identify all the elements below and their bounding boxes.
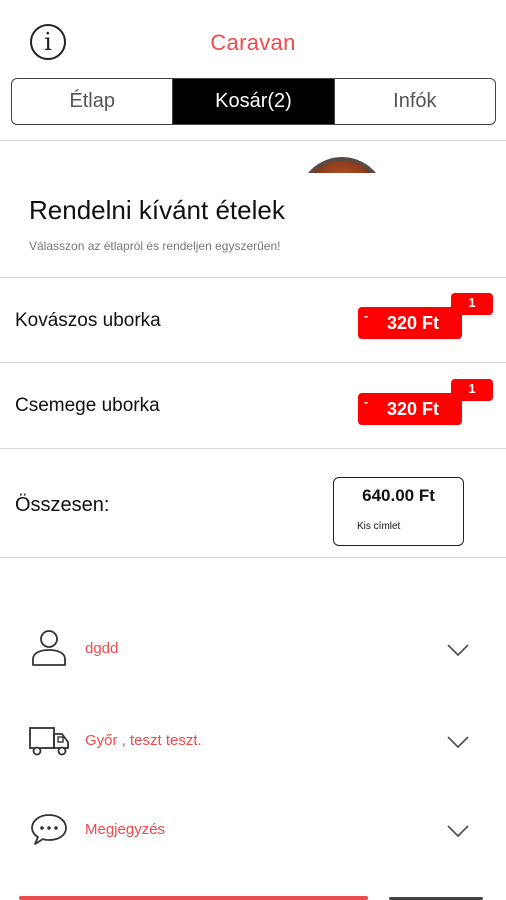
divider bbox=[0, 362, 506, 363]
app-header: i Caravan bbox=[0, 0, 506, 78]
price-button[interactable]: - 320 Ft bbox=[358, 393, 462, 425]
quantity-badge: 1 bbox=[451, 379, 493, 401]
user-icon bbox=[32, 630, 66, 666]
delivery-address-row[interactable]: Győr , teszt teszt. bbox=[0, 720, 506, 780]
comment-row[interactable]: Megjegyzés bbox=[0, 809, 506, 869]
tab-menu[interactable]: Étlap bbox=[12, 79, 172, 124]
chevron-down-icon[interactable] bbox=[446, 823, 470, 839]
comment-text: Megjegyzés bbox=[85, 821, 166, 838]
price-label: 320 Ft bbox=[386, 313, 440, 333]
divider bbox=[0, 448, 506, 449]
cart-item-name: Csemege uborka bbox=[15, 395, 160, 416]
total-row: Összesen: 640.00 Ft Kis címlet bbox=[0, 452, 506, 556]
divider bbox=[0, 557, 506, 558]
divider bbox=[0, 277, 506, 278]
restaurant-logo-image bbox=[298, 157, 378, 173]
total-label: Összesen: bbox=[15, 494, 110, 516]
quantity-badge: 1 bbox=[451, 293, 493, 315]
cart-title: Rendelni kívánt ételek bbox=[29, 195, 285, 225]
delivery-truck-icon bbox=[29, 727, 69, 756]
total-note: Kis címlet bbox=[357, 521, 401, 532]
order-button-edge[interactable] bbox=[19, 896, 368, 900]
tab-bar: Étlap Kosár(2) Infók bbox=[11, 78, 496, 125]
price-button[interactable]: - 320 Ft bbox=[358, 307, 462, 339]
total-box[interactable]: 640.00 Ft Kis címlet bbox=[333, 477, 464, 546]
minus-icon: - bbox=[364, 395, 368, 409]
minus-icon: - bbox=[364, 309, 368, 323]
delivery-address-text: Győr , teszt teszt. bbox=[85, 732, 202, 749]
chevron-down-icon[interactable] bbox=[446, 642, 470, 658]
speech-bubble-icon bbox=[31, 814, 67, 845]
chevron-down-icon[interactable] bbox=[446, 734, 470, 750]
page-title: Caravan bbox=[210, 30, 296, 55]
customer-name-text: dgdd bbox=[85, 640, 119, 657]
tab-cart[interactable]: Kosár(2) bbox=[172, 79, 334, 124]
customer-name-row[interactable]: dgdd bbox=[0, 628, 506, 688]
cart-subtitle: Válasszon az étlapról és rendeljen egysz… bbox=[29, 239, 281, 253]
total-amount: 640.00 Ft bbox=[362, 486, 435, 505]
price-label: 320 Ft bbox=[386, 399, 440, 419]
cart-item-name: Kovászos uborka bbox=[15, 310, 161, 331]
divider bbox=[0, 140, 506, 141]
tab-info[interactable]: Infók bbox=[333, 79, 495, 124]
